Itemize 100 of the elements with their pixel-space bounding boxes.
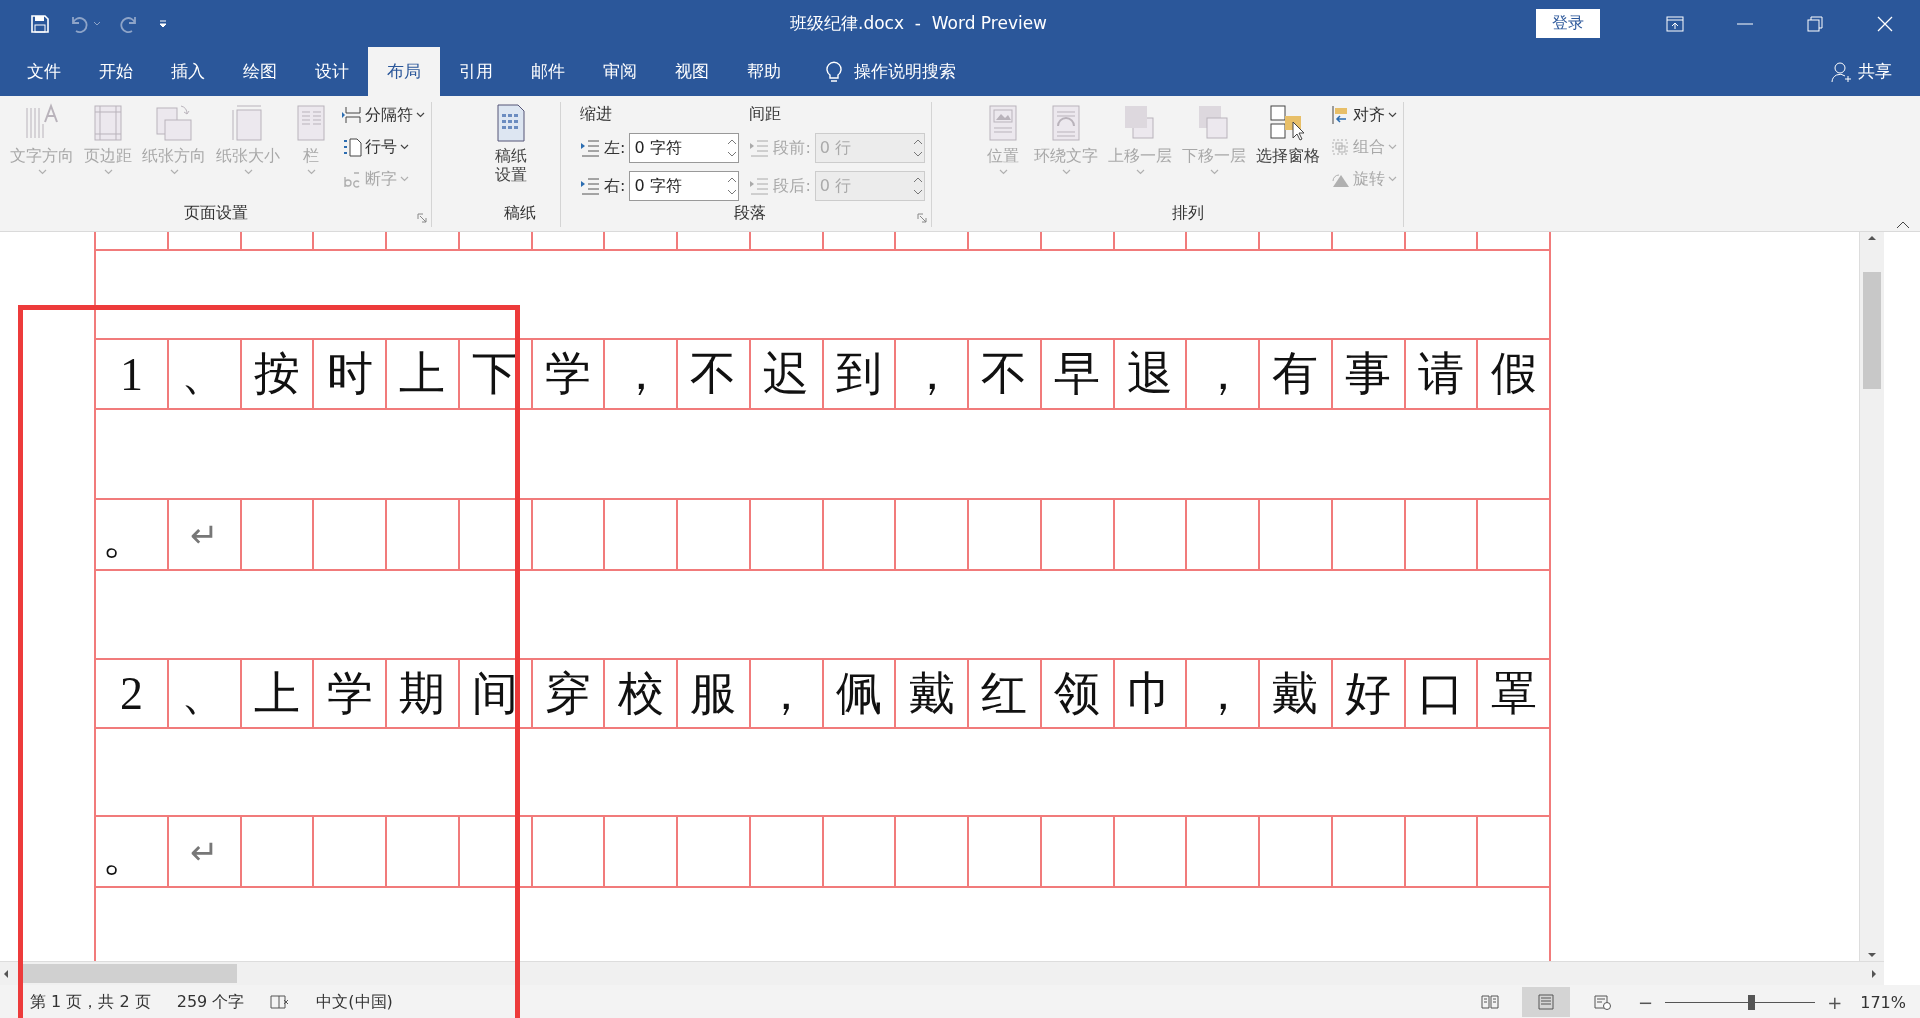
ribbon-tab[interactable]: 邮件 <box>512 47 584 96</box>
grid-character: 。 <box>102 511 148 565</box>
grid-character: 假 <box>1490 347 1537 401</box>
grid-character: 穿 <box>544 666 591 721</box>
dialog-launcher-icon[interactable] <box>916 213 927 223</box>
zoom-slider-thumb[interactable] <box>1747 994 1755 1010</box>
group-label: 排列 <box>1170 203 1205 224</box>
lightbulb-icon <box>826 60 842 83</box>
spin-field[interactable]: 0 字符 <box>629 133 740 164</box>
grid-character: 上 <box>399 347 446 401</box>
window-title: 班级纪律.docx - Word Preview <box>790 12 1049 35</box>
paragraph-mark: ↵ <box>190 515 219 555</box>
hyphenation-icon <box>342 169 362 189</box>
spacing-icon <box>749 138 770 159</box>
ribbon-tab[interactable]: 开始 <box>80 47 152 96</box>
ribbon-button[interactable]: 选择窗格 <box>1252 102 1324 203</box>
grid-character: 1 <box>119 347 143 401</box>
field-label: 左: <box>604 138 626 159</box>
collapse-ribbon-icon[interactable] <box>1896 221 1910 229</box>
ribbon-tab[interactable]: 插入 <box>152 47 224 96</box>
ribbon-tab[interactable]: 引用 <box>440 47 512 96</box>
align-icon <box>1330 105 1350 125</box>
ribbon-display-icon[interactable] <box>1666 15 1684 32</box>
share-button[interactable]: 共享 <box>1858 60 1892 83</box>
grid-character: 校 <box>617 666 664 721</box>
grid-character: 到 <box>835 347 882 401</box>
restore-icon[interactable] <box>1807 15 1823 32</box>
grid-character: 请 <box>1417 347 1464 401</box>
spin-field[interactable]: 0 字符 <box>629 171 740 202</box>
grid-character: 、 <box>181 347 228 401</box>
grid-character: 服 <box>690 666 737 721</box>
line-numbers-icon <box>342 137 362 157</box>
group-label: 页面设置 <box>182 203 249 224</box>
zoom-out-button[interactable]: − <box>1634 991 1658 1013</box>
grid-character: 学 <box>326 666 373 721</box>
ribbon-button[interactable]: 对齐 <box>1330 102 1397 128</box>
sign-in-button[interactable]: 登录 <box>1536 9 1600 38</box>
grid-character: 学 <box>544 347 591 401</box>
grid-character: 领 <box>1054 666 1101 721</box>
group-label: 稿纸 <box>504 203 536 224</box>
person-icon <box>1830 60 1852 83</box>
ribbon-tab[interactable]: 布局 <box>368 47 440 96</box>
ribbon-button[interactable]: 行号 <box>342 134 425 160</box>
grid-character: 戴 <box>908 666 955 721</box>
grid-character: 佩 <box>835 666 882 721</box>
grid-character: 有 <box>1272 347 1319 401</box>
grid-character: ， <box>1199 347 1246 401</box>
field-label: 右: <box>604 175 626 197</box>
grid-character: ， <box>908 347 955 401</box>
zoom-in-button[interactable]: + <box>1823 991 1847 1013</box>
breaks-icon <box>342 105 362 125</box>
ribbon-tab[interactable]: 视图 <box>656 47 728 96</box>
section-heading: 间距 <box>749 103 783 125</box>
ribbon-button[interactable]: 分隔符 <box>342 102 425 128</box>
ribbon-tab[interactable]: 绘图 <box>224 47 296 96</box>
grid-character: 时 <box>326 347 373 401</box>
grid-character: 间 <box>472 666 519 721</box>
close-icon[interactable] <box>1877 15 1893 32</box>
zoom-level[interactable]: 171% <box>1860 992 1906 1012</box>
tell-me-search[interactable]: 操作说明搜索 <box>854 60 956 83</box>
grid-character: 好 <box>1345 666 1392 721</box>
ribbon-tab[interactable]: 审阅 <box>584 47 656 96</box>
grid-character: ， <box>617 347 664 401</box>
grid-character: 下 <box>472 347 519 401</box>
grid-character: 、 <box>181 666 228 721</box>
minimize-icon[interactable] <box>1737 22 1753 25</box>
scrollbar-thumb[interactable] <box>1863 272 1881 389</box>
grid-character: 早 <box>1054 347 1101 401</box>
group-label: 段落 <box>733 203 768 224</box>
save-icon[interactable] <box>30 13 50 34</box>
indent-icon <box>580 176 600 197</box>
ribbon-button[interactable]: 稿纸设置 <box>486 102 536 203</box>
field-label: 段后: <box>773 175 811 197</box>
ribbon-tab[interactable]: 设计 <box>296 47 368 96</box>
grid-character: 红 <box>981 666 1028 721</box>
grid-character: 按 <box>253 347 300 401</box>
language[interactable]: 中文(中国) <box>316 991 393 1013</box>
ribbon-tab[interactable]: 帮助 <box>728 47 800 96</box>
grid-character: ， <box>763 666 810 721</box>
word-count[interactable]: 259 个字 <box>176 991 245 1013</box>
proofing-icon[interactable] <box>270 994 291 1010</box>
group-icon <box>1330 137 1350 157</box>
scrollbar-thumb[interactable] <box>20 964 237 983</box>
page-count[interactable]: 第 1 页，共 2 页 <box>30 991 151 1013</box>
customize-icon[interactable] <box>158 18 168 29</box>
ribbon-tab[interactable]: 文件 <box>8 47 80 96</box>
grid-character: 。 <box>102 828 148 882</box>
paragraph-mark: ↵ <box>190 832 219 872</box>
dialog-launcher-icon[interactable] <box>417 213 427 223</box>
grid-character: 期 <box>399 666 446 721</box>
grid-character: 上 <box>253 666 300 721</box>
spacing-icon <box>749 176 770 197</box>
indent-icon <box>580 138 600 159</box>
field-label: 段前: <box>773 138 811 159</box>
grid-character: 口 <box>1417 666 1464 721</box>
grid-character: 不 <box>981 347 1028 401</box>
grid-character: 2 <box>119 667 143 720</box>
grid-character: 退 <box>1126 347 1173 401</box>
grid-character: 戴 <box>1272 666 1319 721</box>
section-heading: 缩进 <box>580 103 613 125</box>
